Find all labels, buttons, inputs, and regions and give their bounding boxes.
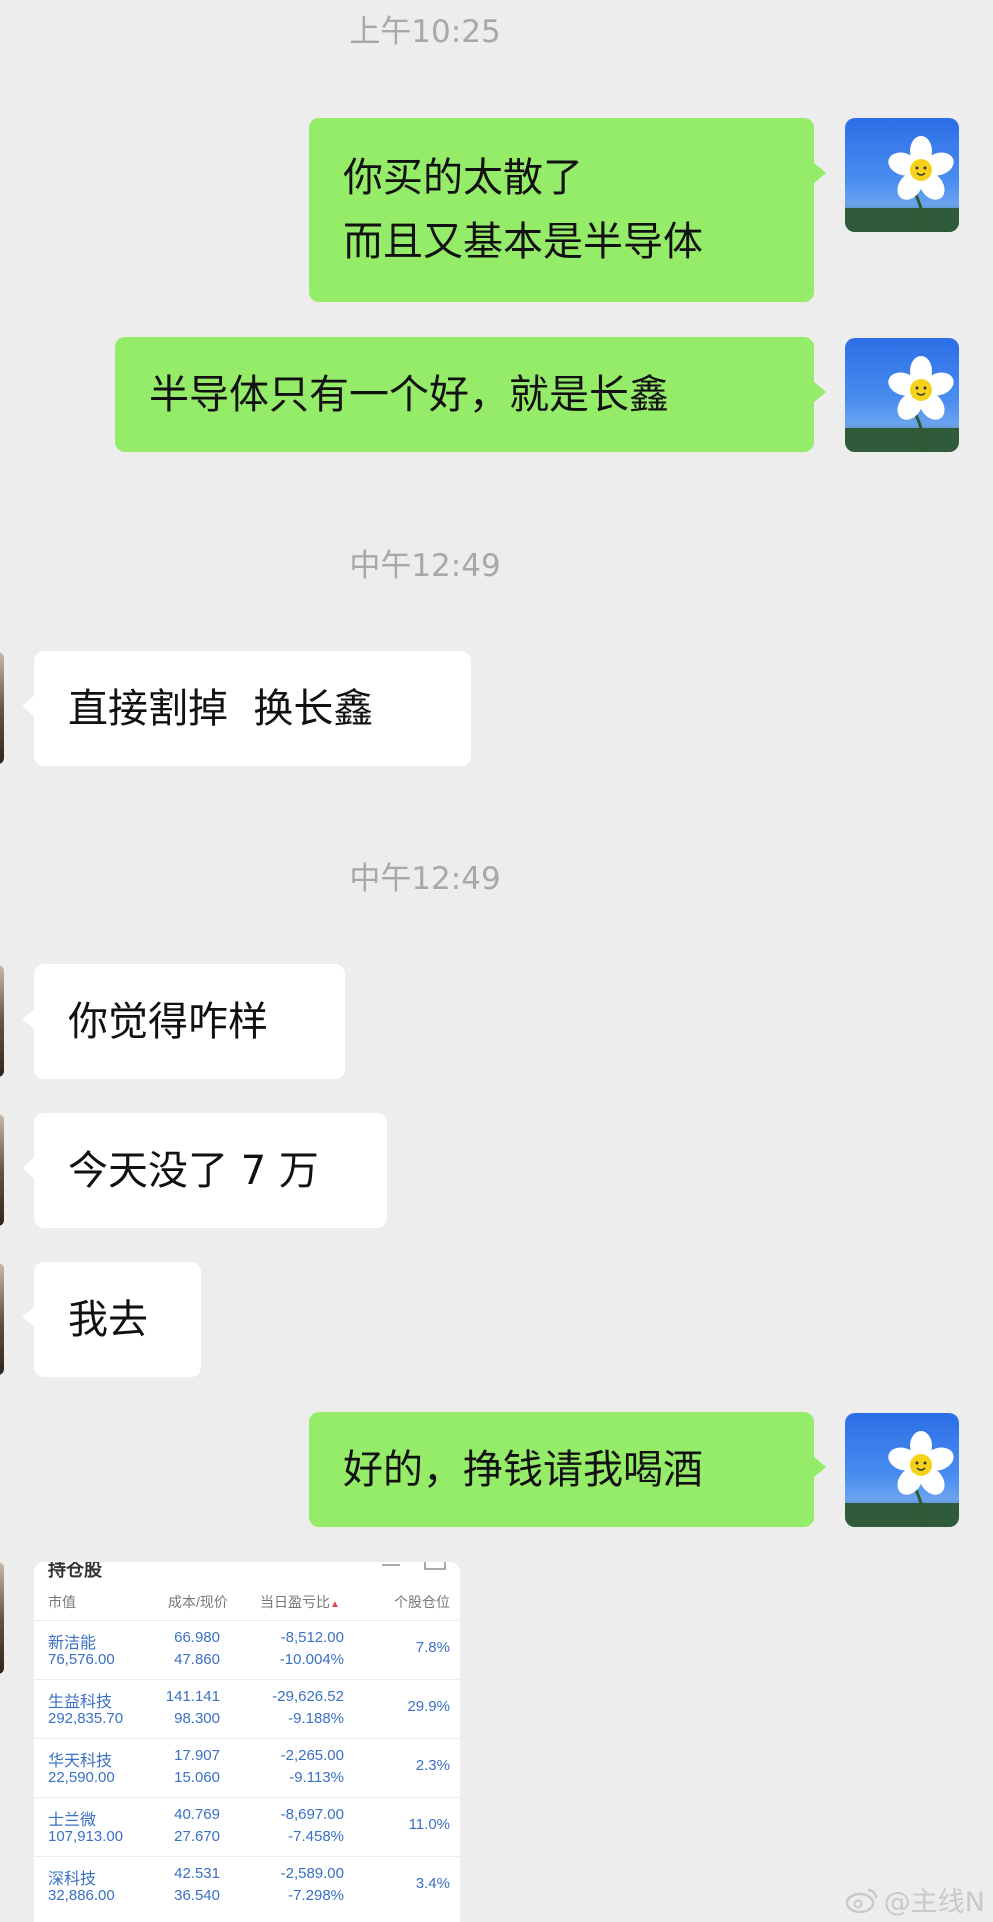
message-text: 半导体只有一个好，就是长鑫 (149, 371, 669, 418)
market-value: 32,886.00 (48, 1887, 115, 1904)
contact-avatar[interactable] (0, 652, 4, 764)
holding-row[interactable]: 新洁能 76,576.00 66.980 47.860 -8,512.00 -10.004… (34, 1620, 460, 1680)
header-position: 个股仓位 (394, 1594, 450, 1610)
daisy-icon (845, 136, 959, 232)
day-pl-percent: -7.458% (288, 1828, 344, 1845)
day-pl-percent: -7.298% (288, 1887, 344, 1904)
holding-row[interactable]: 深科技 32,886.00 42.531 36.540 -2,589.00 -7.298%… (34, 1856, 460, 1916)
message-bubble-self[interactable]: 半导体只有一个好，就是长鑫 (115, 337, 826, 452)
day-pl-percent: -9.113% (289, 1769, 344, 1786)
stock-name: 新洁能 (48, 1635, 97, 1652)
market-value: 292,835.70 (48, 1710, 124, 1727)
self-avatar[interactable] (845, 1413, 959, 1527)
message-text: 今天没了 7 万 (68, 1147, 319, 1194)
market-value: 22,590.00 (48, 1769, 115, 1786)
timestamp: 中午12:49 (349, 548, 501, 584)
sort-arrow-icon: ▲ (330, 1599, 340, 1610)
message-bubble-other[interactable]: 你觉得咋样 (22, 964, 345, 1079)
stock-name: 华天科技 (48, 1753, 113, 1770)
share-icon (424, 1562, 446, 1570)
header-day-pl[interactable]: 当日盈亏比▲ (260, 1592, 340, 1612)
weibo-watermark: @主线N (845, 1880, 985, 1919)
self-avatar[interactable] (845, 338, 959, 452)
message-bubble-other[interactable]: 直接割掉 换长鑫 (22, 651, 471, 766)
holding-row[interactable]: 华天科技 22,590.00 17.907 15.060 -2,265.00 -9.113… (34, 1738, 460, 1798)
cost-price: 66.980 (174, 1629, 220, 1646)
position-percent: 2.3% (415, 1757, 450, 1774)
day-pl: -8,697.00 (280, 1806, 344, 1823)
message-text: 而且又基本是半导体 (343, 219, 703, 265)
cost-price: 17.907 (174, 1747, 220, 1764)
cost-price: 42.531 (174, 1865, 220, 1882)
message-text: 你买的太散了 (343, 155, 583, 201)
current-price: 47.860 (174, 1651, 220, 1668)
cost-price: 40.769 (174, 1806, 220, 1823)
timestamp: 中午12:49 (349, 861, 501, 897)
message-text: 我去 (68, 1296, 148, 1343)
message-text: 你觉得咋样 (68, 998, 268, 1045)
weibo-logo-icon (845, 1888, 878, 1913)
day-pl: -2,265.00 (280, 1747, 344, 1764)
stock-name: 生益科技 (48, 1694, 113, 1711)
stock-name: 深科技 (48, 1871, 97, 1888)
message-text: 好的，挣钱请我喝酒 (343, 1446, 703, 1493)
position-percent: 3.4% (415, 1875, 450, 1892)
message-bubble-self[interactable]: 你买的太散了 而且又基本是半导体 (309, 118, 826, 302)
stock-name: 士兰微 (48, 1812, 97, 1829)
header-market-value: 市值 (48, 1594, 76, 1610)
contact-avatar[interactable] (0, 1263, 4, 1375)
current-price: 27.670 (174, 1828, 220, 1845)
market-value: 76,576.00 (48, 1651, 115, 1668)
message-bubble-other[interactable]: 我去 (22, 1262, 201, 1377)
daisy-icon (845, 1431, 959, 1527)
message-bubble-other[interactable]: 今天没了 7 万 (22, 1113, 387, 1228)
day-pl: -2,589.00 (280, 1865, 344, 1882)
day-pl-percent: -10.004% (279, 1651, 344, 1668)
day-pl: -8,512.00 (280, 1629, 344, 1646)
message-text: 直接割掉 换长鑫 (68, 685, 374, 732)
day-pl-percent: -9.188% (288, 1710, 344, 1727)
day-pl: -29,626.52 (272, 1688, 344, 1705)
timestamp: 上午10:25 (349, 14, 501, 50)
holdings-title: 持仓股 (48, 1562, 102, 1580)
current-price: 36.540 (174, 1887, 220, 1904)
position-percent: 11.0% (408, 1816, 450, 1833)
header-cost-price: 成本/现价 (168, 1594, 228, 1610)
contact-avatar[interactable] (0, 965, 4, 1077)
position-percent: 7.8% (415, 1639, 450, 1656)
header-day-pl-label: 当日盈亏比 (260, 1594, 330, 1610)
position-percent: 29.9% (407, 1698, 450, 1715)
market-value: 107,913.00 (48, 1828, 124, 1845)
contact-avatar[interactable] (0, 1114, 4, 1226)
message-bubble-self[interactable]: 好的，挣钱请我喝酒 (309, 1412, 826, 1527)
self-avatar[interactable] (845, 118, 959, 232)
watermark-text: @主线N (883, 1887, 985, 1918)
holding-row[interactable]: 生益科技 292,835.70 141.141 98.300 -29,626.52 -9.… (34, 1679, 460, 1739)
cost-price: 141.141 (165, 1688, 220, 1705)
holding-row[interactable]: 士兰微 107,913.00 40.769 27.670 -8,697.00 -7.458… (34, 1797, 460, 1857)
minimize-icon (382, 1564, 400, 1566)
holdings-image-message[interactable]: 持仓股 市值 成本/现价 当日盈亏比▲ 个股仓位 新洁能 76,576.00 66.… (34, 1562, 460, 1922)
current-price: 15.060 (174, 1769, 220, 1786)
current-price: 98.300 (174, 1710, 220, 1727)
contact-avatar[interactable] (0, 1562, 4, 1674)
daisy-icon (845, 356, 959, 452)
